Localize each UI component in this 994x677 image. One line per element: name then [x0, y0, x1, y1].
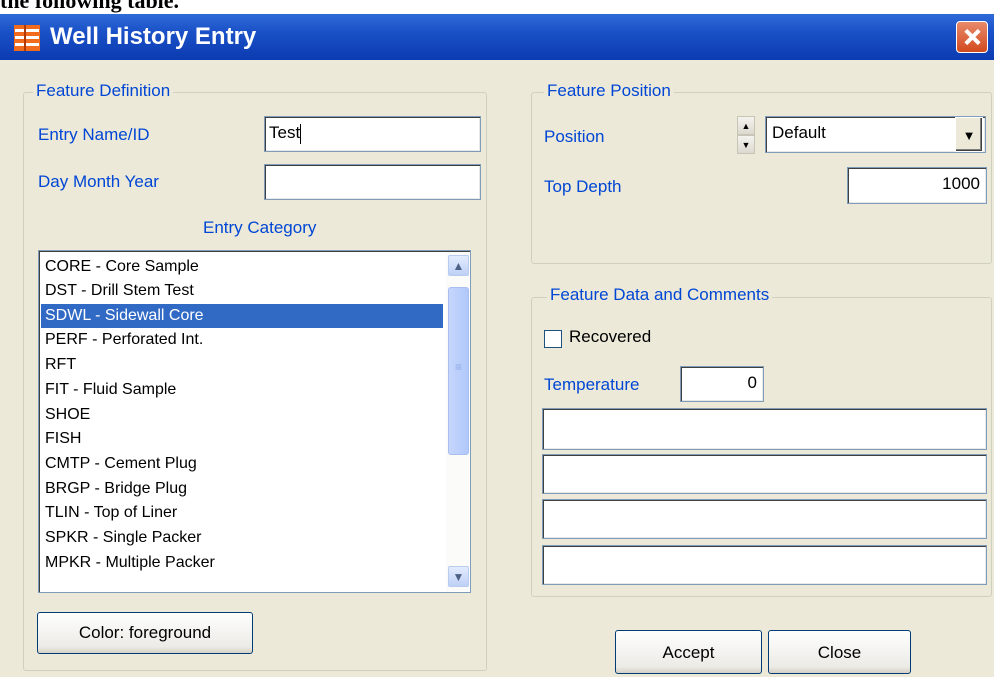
- arrow-down-icon: ▼: [741, 140, 751, 150]
- position-select[interactable]: Default: [765, 116, 986, 153]
- recovered-checkbox[interactable]: [544, 330, 562, 348]
- scroll-thumb[interactable]: ≡: [448, 287, 469, 455]
- scroll-up-button[interactable]: ▲: [448, 255, 469, 276]
- feature-position-legend: Feature Position: [544, 81, 674, 101]
- list-item[interactable]: CMTP - Cement Plug: [41, 452, 443, 476]
- entry-category-label: Entry Category: [203, 218, 317, 237]
- chevron-down-icon: ▼: [962, 128, 976, 143]
- entry-name-input[interactable]: Test: [264, 116, 481, 152]
- comment-field-2[interactable]: [542, 454, 987, 494]
- chevron-down-icon: ▼: [452, 570, 465, 584]
- top-depth-input[interactable]: 1000: [847, 167, 987, 204]
- arrow-up-icon: ▲: [741, 121, 751, 131]
- list-item[interactable]: PERF - Perforated Int.: [41, 328, 443, 352]
- temperature-label: Temperature: [544, 375, 640, 394]
- recovered-label: Recovered: [569, 327, 652, 346]
- feature-definition-legend: Feature Definition: [33, 81, 174, 101]
- spin-up-button[interactable]: ▲: [737, 116, 755, 135]
- list-item[interactable]: MPKR - Multiple Packer: [41, 551, 443, 575]
- dropdown-arrow-button[interactable]: ▼: [955, 117, 983, 152]
- list-item[interactable]: FIT - Fluid Sample: [41, 378, 443, 402]
- accept-button[interactable]: Accept: [615, 630, 762, 674]
- close-window-button[interactable]: [956, 21, 988, 53]
- comment-field-4[interactable]: [542, 545, 987, 585]
- list-item[interactable]: SPKR - Single Packer: [41, 526, 443, 550]
- list-item[interactable]: BRGP - Bridge Plug: [41, 477, 443, 501]
- color-foreground-button[interactable]: Color: foreground: [37, 612, 253, 654]
- date-input[interactable]: [264, 164, 481, 200]
- top-depth-label: Top Depth: [544, 177, 622, 196]
- list-item[interactable]: SHOE: [41, 403, 443, 427]
- comment-field-3[interactable]: [542, 499, 987, 539]
- scroll-down-button[interactable]: ▼: [448, 566, 469, 587]
- text-cursor: [300, 123, 302, 144]
- list-item[interactable]: TLIN - Top of Liner: [41, 501, 443, 525]
- list-item[interactable]: RFT: [41, 353, 443, 377]
- temperature-input[interactable]: 0: [680, 366, 764, 402]
- position-label: Position: [544, 127, 605, 146]
- window-title: Well History Entry: [50, 23, 257, 50]
- comment-field-1[interactable]: [542, 408, 987, 450]
- list-item[interactable]: DST - Drill Stem Test: [41, 279, 443, 303]
- grip-icon: ≡: [454, 360, 462, 374]
- list-item-selected[interactable]: SDWL - Sidewall Core: [41, 304, 443, 328]
- spin-down-button[interactable]: ▼: [737, 135, 755, 154]
- date-label: Day Month Year: [38, 172, 159, 191]
- entry-name-value: Test: [269, 123, 301, 142]
- document-header-text: the following table.: [0, 0, 180, 13]
- list-item[interactable]: FISH: [41, 427, 443, 451]
- chevron-up-icon: ▲: [452, 259, 465, 273]
- feature-data-legend: Feature Data and Comments: [547, 285, 773, 305]
- list-item[interactable]: CORE - Core Sample: [41, 255, 443, 279]
- app-icon: [14, 25, 40, 51]
- close-button[interactable]: Close: [768, 630, 911, 674]
- entry-name-label: Entry Name/ID: [38, 125, 150, 144]
